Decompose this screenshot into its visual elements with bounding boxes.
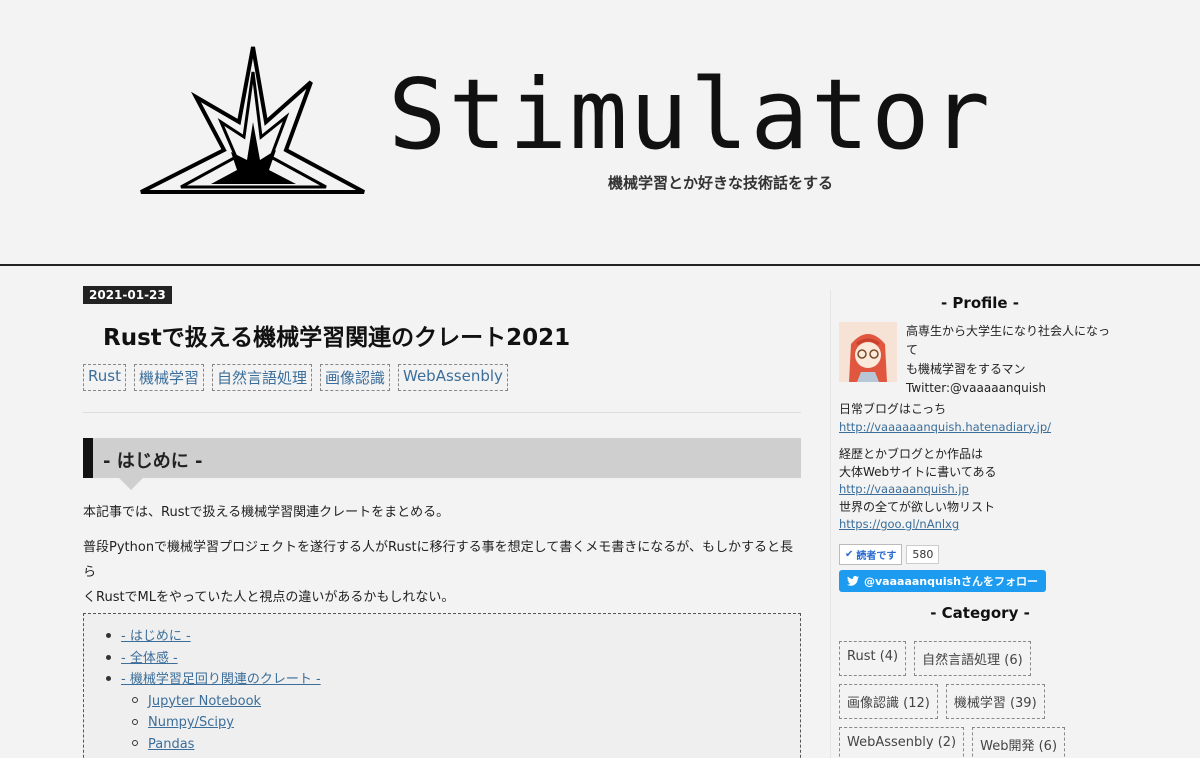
circle-bullet-icon xyxy=(132,718,138,725)
avatar-illustration-icon xyxy=(839,322,897,382)
tag-image-recognition[interactable]: 画像認識 xyxy=(319,364,390,391)
tag-nlp[interactable]: 自然言語処理 xyxy=(211,364,312,391)
toc-link-jupyter[interactable]: Jupyter Notebook xyxy=(148,694,261,709)
toc-link-crates[interactable]: - 機械学習足回り関連のクレート - xyxy=(121,672,321,687)
site-description: 機械学習とか好きな技術話をする xyxy=(608,174,834,192)
category-webassembly[interactable]: WebAssenbly (2) xyxy=(839,727,965,758)
section-heading: - はじめに - xyxy=(83,438,801,490)
category-list: Rust (4) 自然言語処理 (6) 画像認識 (12) 機械学習 (39) … xyxy=(839,641,1069,758)
toc-link-intro[interactable]: - はじめに - xyxy=(121,629,191,644)
profile-line-2: も機械学習をするマン xyxy=(906,362,1026,376)
bullet-icon xyxy=(106,633,111,638)
reader-count: 580 xyxy=(906,545,940,564)
reader-button[interactable]: ✔ 読者です 580 xyxy=(839,544,940,565)
category-nlp[interactable]: 自然言語処理 (6) xyxy=(914,641,1031,676)
profile-heading: - Profile - xyxy=(940,294,1020,312)
toc-subitem: Jupyter Notebook xyxy=(106,691,800,713)
circle-bullet-icon xyxy=(132,740,138,746)
circle-bullet-icon xyxy=(132,697,138,703)
toc-link-overview[interactable]: - 全体感 - xyxy=(121,651,178,666)
toc-link-numpy[interactable]: Numpy/Scipy xyxy=(148,715,234,730)
career-block: 経歴とかブログとか作品は 大体Webサイトに書いてある http://vaaaa… xyxy=(839,446,996,534)
toc-item: - 全体感 - xyxy=(106,648,800,670)
twitter-follow-button[interactable]: @vaaaaanquishさんをフォロー xyxy=(839,570,1046,592)
title-divider xyxy=(83,412,801,413)
category-image-recognition[interactable]: 画像認識 (12) xyxy=(839,684,938,719)
toc-link-pandas[interactable]: Pandas xyxy=(148,737,194,752)
tag-rust[interactable]: Rust xyxy=(83,364,126,391)
career-line-1: 経歴とかブログとか作品は xyxy=(839,447,984,461)
context-paragraph: 普段Pythonで機械学習プロジェクトを遂行する人がRustに移行する事を想定し… xyxy=(83,535,801,610)
career-link[interactable]: http://vaaaaanquish.jp xyxy=(839,481,996,499)
profile-twitter: Twitter:@vaaaaanquish xyxy=(906,381,1046,395)
follow-label: @vaaaaanquishさんをフォロー xyxy=(864,575,1038,588)
daily-blog-link[interactable]: http://vaaaaaanquish.hatenadiary.jp/ xyxy=(839,419,1051,437)
tag-webassembly[interactable]: WebAssenbly xyxy=(398,364,508,391)
wishlist-label: 世界の全てが欲しい物リスト xyxy=(839,499,996,514)
entry-title[interactable]: Rustで扱える機械学習関連のクレート2021 xyxy=(103,318,570,352)
category-rust[interactable]: Rust (4) xyxy=(839,641,907,676)
intro-paragraph: 本記事では、Rustで扱える機械学習関連クレートをまとめる。 xyxy=(83,505,450,520)
toc-item: - 機械学習足回り関連のクレート - xyxy=(106,669,800,691)
profile-description: 高専生から大学生になり社会人になって も機械学習をするマン Twitter:@v… xyxy=(906,322,1121,398)
entry-tags: Rust 機械学習 自然言語処理 画像認識 WebAssenbly xyxy=(83,364,508,391)
table-of-contents: - はじめに - - 全体感 - - 機械学習足回り関連のクレート - Jupy… xyxy=(83,613,801,758)
bullet-icon xyxy=(106,654,111,660)
profile-line-1: 高専生から大学生になり社会人になって xyxy=(906,324,1111,357)
career-line-2: 大体Webサイトに書いてある xyxy=(839,464,997,479)
twitter-bird-icon xyxy=(847,576,859,586)
category-web-dev[interactable]: Web開発 (6) xyxy=(972,727,1066,758)
entry-date[interactable]: 2021-01-23 xyxy=(83,286,172,304)
category-heading: - Category - xyxy=(930,604,1030,622)
site-title[interactable]: Stimulator xyxy=(388,66,992,163)
tag-machine-learning[interactable]: 機械学習 xyxy=(133,364,204,391)
checkmark-icon: ✔ xyxy=(845,549,854,560)
wishlist-link[interactable]: https://goo.gl/nAnlxg xyxy=(839,516,996,534)
starburst-logo-icon[interactable] xyxy=(136,42,370,202)
reader-label: 読者です xyxy=(856,551,897,562)
category-machine-learning[interactable]: 機械学習 (39) xyxy=(945,684,1045,719)
avatar[interactable] xyxy=(839,322,897,382)
context-line-2: くRustでMLをやっていた人と視点の違いがあるかもしれない。 xyxy=(83,590,455,605)
blog-header: Stimulator 機械学習とか好きな技術話をする xyxy=(0,0,1200,266)
toc-item: - はじめに - xyxy=(106,626,800,648)
reader-label-box[interactable]: ✔ 読者です xyxy=(839,544,903,565)
context-line-1: 普段Pythonで機械学習プロジェクトを遂行する人がRustに移行する事を想定し… xyxy=(83,540,793,580)
toc-subitem: Pandas xyxy=(106,734,800,756)
sidebar-divider xyxy=(830,290,831,758)
bullet-icon xyxy=(106,676,111,681)
daily-blog-label: 日常ブログはこっち xyxy=(839,402,947,416)
toc-subitem: Numpy/Scipy xyxy=(106,712,800,734)
daily-blog-block: 日常ブログはこっち http://vaaaaaanquish.hatenadia… xyxy=(839,401,1051,436)
